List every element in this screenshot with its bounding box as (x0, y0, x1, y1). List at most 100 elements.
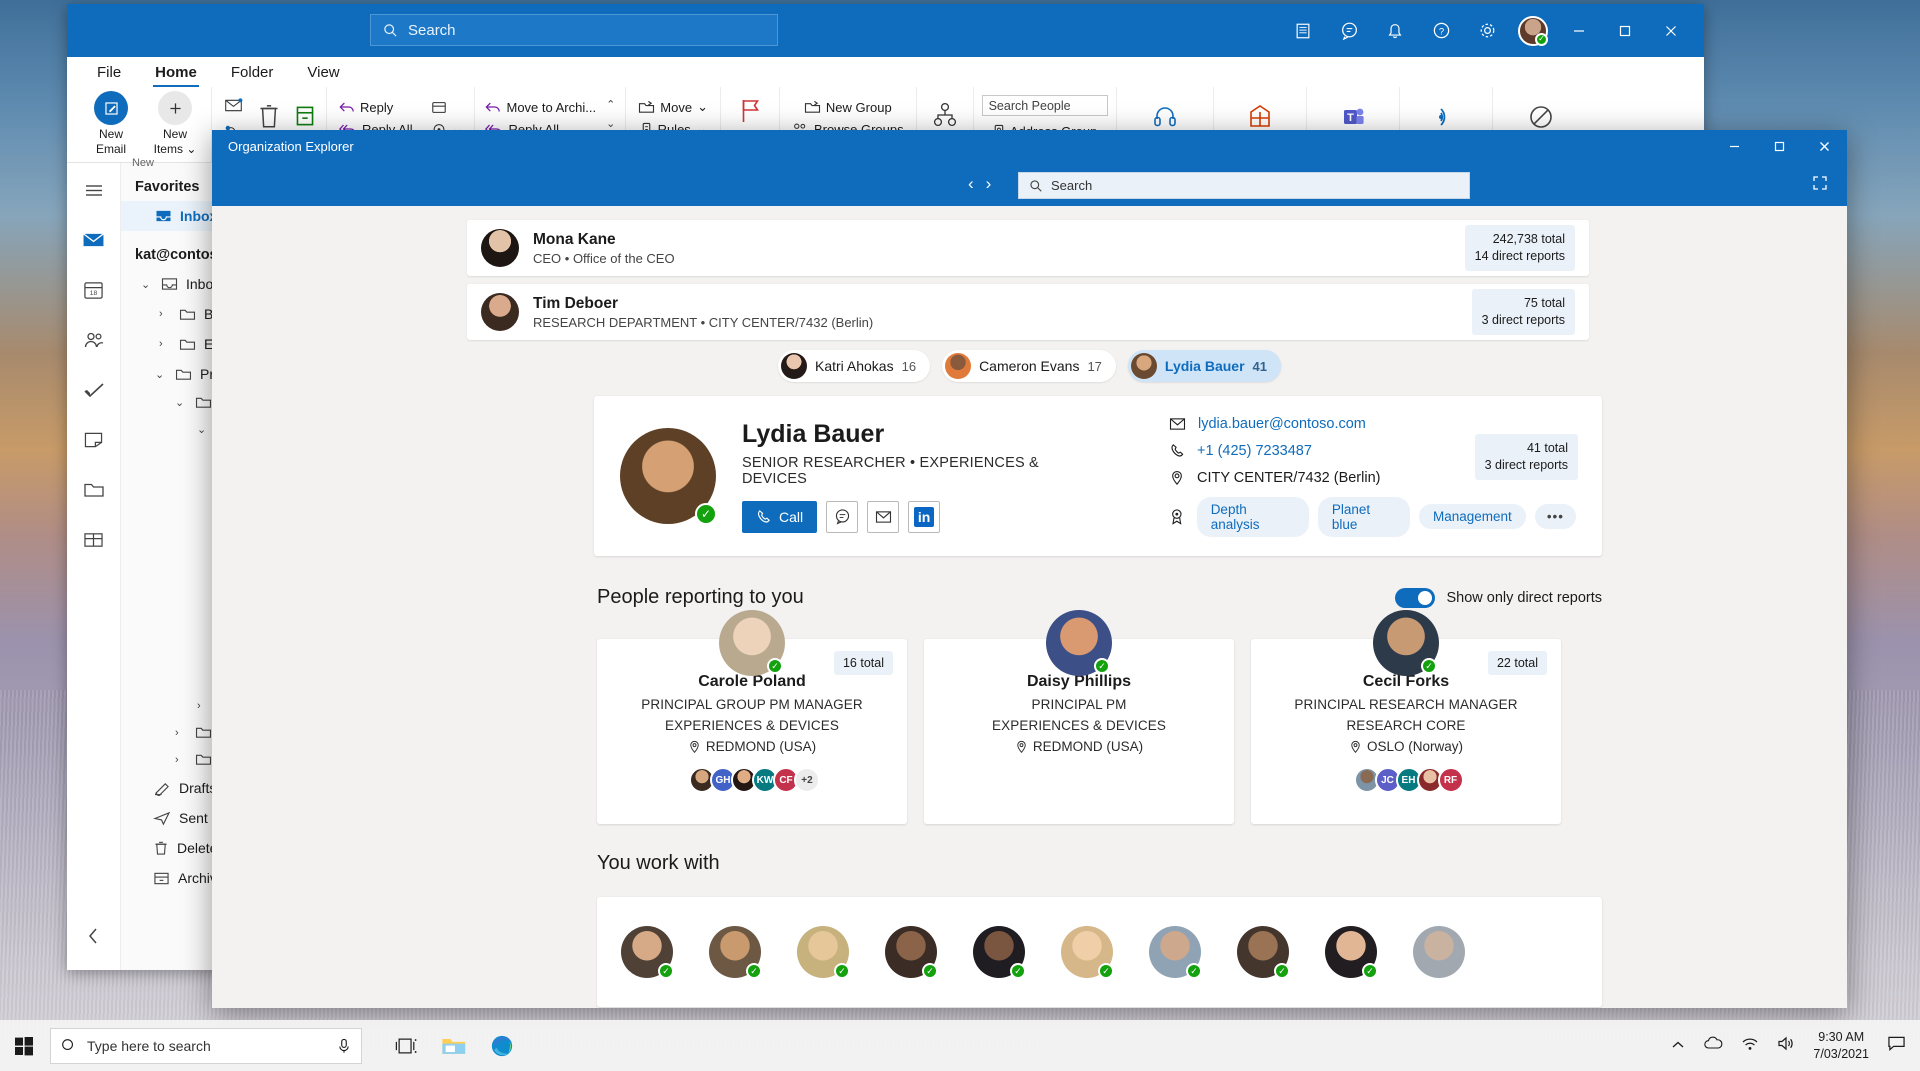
search-people-input[interactable]: Search People (982, 95, 1108, 116)
chevron-right-icon[interactable]: › (197, 700, 209, 712)
new-group-button[interactable]: New Group (800, 96, 896, 118)
presence-indicator: ✓ (695, 503, 717, 525)
expand-icon[interactable] (1811, 174, 1829, 197)
ignore-icon[interactable] (220, 93, 246, 117)
avatar-colleague-7[interactable]: ✓ (1149, 926, 1201, 978)
volume-icon[interactable] (1777, 1036, 1795, 1056)
back-button[interactable]: ‹ (968, 174, 974, 194)
flag-icon[interactable] (737, 99, 763, 123)
outlook-search-input[interactable]: Search (370, 14, 778, 46)
avatar-colleague-8[interactable]: ✓ (1237, 926, 1289, 978)
peer-pill-cameron-evans[interactable]: Cameron Evans 17 (942, 350, 1116, 382)
avatar[interactable]: ✓ (1518, 16, 1548, 46)
action-center-icon[interactable] (1887, 1035, 1906, 1057)
minimize-button[interactable] (1712, 130, 1757, 162)
chat-icon[interactable] (1326, 4, 1372, 57)
tab-view[interactable]: View (291, 61, 355, 87)
tab-home[interactable]: Home (139, 61, 213, 87)
maximize-button[interactable] (1757, 130, 1802, 162)
chevron-down-icon[interactable]: ⌄ (697, 99, 708, 115)
profile-tag-2[interactable]: Management (1419, 504, 1526, 529)
forward-button[interactable]: › (986, 174, 992, 194)
peer-pill-katri-ahokas[interactable]: Katri Ahokas 16 (778, 350, 930, 382)
clock[interactable]: 9:30 AM 7/03/2021 (1813, 1029, 1869, 1063)
avatar-colleague-1[interactable]: ✓ (621, 926, 673, 978)
move-button[interactable]: Move ⌄ (634, 96, 712, 118)
chain-row-ceo[interactable]: Mona Kane CEO • Office of the CEO 242,73… (467, 220, 1589, 276)
rail-item-folders[interactable] (77, 475, 111, 505)
chevron-up-icon[interactable]: ⌃ (606, 98, 615, 111)
profile-tags-more-button[interactable]: ••• (1535, 504, 1576, 529)
chevron-right-icon[interactable]: › (175, 727, 187, 739)
close-button[interactable] (1802, 130, 1847, 162)
rail-item-tasks[interactable] (77, 375, 111, 405)
rail-item-people[interactable] (77, 325, 111, 355)
bell-icon[interactable] (1372, 4, 1418, 57)
notes-icon[interactable] (1280, 4, 1326, 57)
archive-small-icon[interactable] (427, 96, 467, 118)
chevron-down-icon[interactable]: ⌄ (175, 396, 187, 409)
wifi-icon[interactable] (1741, 1036, 1759, 1056)
chevron-down-icon[interactable]: ⌄ (197, 423, 209, 436)
report-card-cecil-forks[interactable]: ✓ 22 total Cecil Forks PRINCIPAL RESEARC… (1251, 639, 1561, 824)
avatar-colleague-5[interactable]: ✓ (973, 926, 1025, 978)
tab-file[interactable]: File (81, 61, 137, 87)
close-button[interactable] (1648, 4, 1694, 57)
edge-icon[interactable] (478, 1020, 526, 1071)
chain-row-manager[interactable]: Tim Deboer RESEARCH DEPARTMENT • CITY CE… (467, 284, 1589, 340)
maximize-button[interactable] (1602, 4, 1648, 57)
email-button[interactable] (867, 501, 899, 533)
rail-item-mail[interactable] (77, 225, 111, 255)
peer-pill-lydia-bauer[interactable]: Lydia Bauer 41 (1128, 350, 1281, 382)
show-direct-reports-toggle[interactable] (1395, 588, 1435, 608)
report-card-daisy-phillips[interactable]: ✓ Daisy Phillips PRINCIPAL PM EXPERIENCE… (924, 639, 1234, 824)
rail-item-apps[interactable] (77, 525, 111, 555)
call-button[interactable]: Call (742, 501, 817, 533)
avatar-colleague-10[interactable] (1413, 926, 1465, 978)
profile-email[interactable]: lydia.bauer@contoso.com (1198, 416, 1366, 432)
chevron-down-icon[interactable]: ⌄ (606, 117, 615, 130)
avatar-colleague-3[interactable]: ✓ (797, 926, 849, 978)
avatar-colleague-6[interactable]: ✓ (1061, 926, 1113, 978)
profile-email-row[interactable]: lydia.bauer@contoso.com (1169, 416, 1576, 432)
chevron-right-icon[interactable]: › (159, 308, 171, 320)
reply-button[interactable]: Reply (335, 96, 417, 118)
new-items-button[interactable]: New Items ⌄ (145, 87, 205, 157)
profile-tag-1[interactable]: Planet blue (1318, 497, 1410, 537)
linkedin-button[interactable]: in (908, 501, 940, 533)
stack-overflow-count[interactable]: +2 (794, 767, 820, 793)
avatar-colleague-4[interactable]: ✓ (885, 926, 937, 978)
stack-initials-rf[interactable]: RF (1438, 767, 1464, 793)
taskbar-search-input[interactable]: Type here to search (50, 1028, 362, 1064)
collapse-pane-button[interactable] (87, 927, 101, 950)
gear-icon[interactable] (1464, 4, 1510, 57)
report-card-title1-1: PRINCIPAL PM (1032, 697, 1127, 712)
move-to-archive-button[interactable]: Move to Archi... (481, 96, 600, 118)
work-with-section-header: You work with (597, 852, 1602, 875)
profile-phone[interactable]: +1 (425) 7233487 (1197, 443, 1312, 459)
minimize-button[interactable] (1556, 4, 1602, 57)
chevron-right-icon[interactable]: › (175, 754, 187, 766)
tab-folder[interactable]: Folder (215, 61, 290, 87)
help-icon[interactable]: ? (1418, 4, 1464, 57)
avatar-colleague-2[interactable]: ✓ (709, 926, 761, 978)
report-card-carole-poland[interactable]: ✓ 16 total Carole Poland PRINCIPAL GROUP… (597, 639, 907, 824)
start-button[interactable] (0, 1036, 48, 1056)
task-view-icon[interactable] (382, 1020, 430, 1071)
chat-button[interactable] (826, 501, 858, 533)
hamburger-icon[interactable] (77, 175, 111, 205)
file-explorer-icon[interactable] (430, 1020, 478, 1071)
chevron-down-icon[interactable]: ⌄ (155, 368, 167, 381)
reply-icon (485, 101, 501, 114)
org-search-input[interactable]: Search (1018, 172, 1470, 199)
chevron-right-icon[interactable]: › (159, 338, 171, 350)
avatar-colleague-9[interactable]: ✓ (1325, 926, 1377, 978)
profile-tag-0[interactable]: Depth analysis (1197, 497, 1309, 537)
chevron-up-icon[interactable] (1671, 1037, 1685, 1055)
rail-item-calendar[interactable]: 18 (77, 275, 111, 305)
rail-item-notes[interactable] (77, 425, 111, 455)
chevron-down-icon[interactable]: ⌄ (141, 278, 153, 291)
new-email-button[interactable]: New Email (81, 87, 141, 157)
onedrive-icon[interactable] (1703, 1036, 1723, 1055)
microphone-icon[interactable] (337, 1038, 351, 1054)
